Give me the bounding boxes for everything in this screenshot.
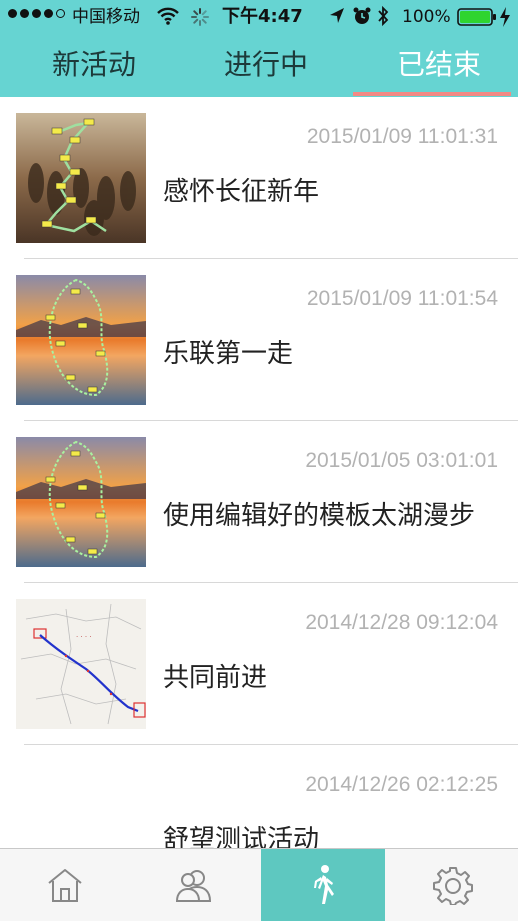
status-bar: 中国移动 下午4:47 100% [0,0,518,34]
activity-list[interactable]: 2015/01/09 11:01:31 感怀长征新年 2015/01/09 11… [0,97,518,848]
location-arrow-icon [328,6,346,32]
svg-text:· · · ·: · · · · [76,633,92,641]
wifi-icon [156,6,180,32]
activity-date: 2015/01/09 11:01:31 [306,125,498,148]
activity-thumbnail [16,437,146,567]
list-item[interactable]: 2015/01/05 03:01:01 使用编辑好的模板太湖漫步 [0,421,518,583]
activity-date: 2014/12/26 02:12:25 [305,773,498,796]
tabbar-home[interactable] [0,849,129,921]
activity-thumbnail: · · · · [16,599,146,729]
activity-spinner-icon [190,7,210,33]
list-item[interactable]: · · · · 2014/12/28 09:12:04 共同前进 [0,583,518,745]
carrier-name: 中国移动 [72,7,140,27]
activity-title: 舒望测试活动 [163,825,320,848]
charging-bolt-icon [498,6,512,34]
tab-new-activities[interactable]: 新活动 [8,34,180,97]
bluetooth-icon [376,5,390,33]
activity-title: 感怀长征新年 [163,177,320,207]
status-time: 下午4:47 [222,6,303,27]
home-icon [47,869,82,902]
tabbar-activities[interactable] [261,849,385,921]
signal-strength-icon [8,9,65,18]
list-item[interactable]: 2014/12/26 02:12:25 舒望测试活动 [0,745,518,848]
walking-person-icon [314,865,334,904]
battery-icon [457,8,497,32]
tab-in-progress[interactable]: 进行中 [180,34,352,97]
bottom-tab-bar [0,848,518,921]
activity-title: 使用编辑好的模板太湖漫步 [163,501,476,531]
gear-icon [432,867,473,905]
activity-date: 2015/01/05 03:01:01 [305,449,498,472]
active-tab-indicator [353,92,511,96]
users-icon [175,870,211,902]
alarm-clock-icon [352,6,372,32]
tab-finished[interactable]: 已结束 [353,34,518,97]
activity-status-tabs: 新活动 进行中 已结束 [0,34,518,97]
list-item[interactable]: 2015/01/09 11:01:54 乐联第一走 [0,259,518,421]
activity-title: 共同前进 [163,663,268,693]
tabbar-friends[interactable] [129,849,258,921]
activity-thumbnail [16,113,146,243]
list-item[interactable]: 2015/01/09 11:01:31 感怀长征新年 [0,97,518,259]
activity-title: 乐联第一走 [163,339,294,369]
battery-percent: 100% [402,7,451,27]
activity-date: 2014/12/28 09:12:04 [305,611,498,634]
activity-date: 2015/01/09 11:01:54 [306,287,498,310]
activity-thumbnail [16,275,146,405]
tabbar-settings[interactable] [388,849,517,921]
